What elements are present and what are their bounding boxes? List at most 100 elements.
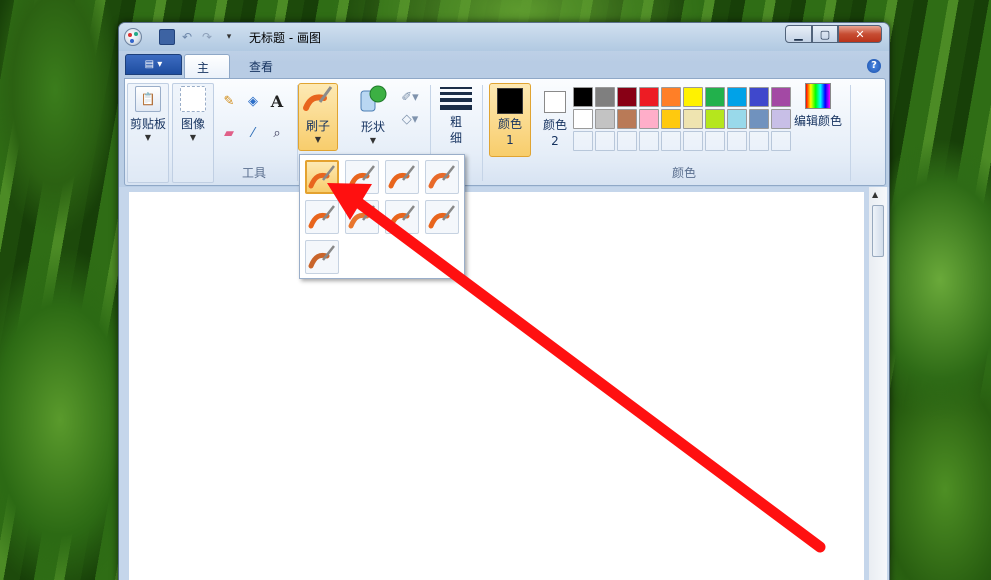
palette-swatch[interactable] <box>771 109 791 129</box>
image-button[interactable]: 图像 ▼ <box>175 86 211 142</box>
palette-swatch[interactable] <box>617 109 637 129</box>
palette-swatch[interactable] <box>705 109 725 129</box>
custom-color-slot[interactable] <box>617 131 637 151</box>
palette-swatch[interactable] <box>683 87 703 107</box>
redo-icon[interactable]: ↷ <box>199 29 215 45</box>
drawing-canvas[interactable] <box>129 192 864 580</box>
custom-color-slot[interactable] <box>727 131 747 151</box>
crayon-icon[interactable] <box>345 200 379 234</box>
custom-color-slot[interactable] <box>749 131 769 151</box>
marker-icon[interactable] <box>385 200 419 234</box>
help-icon[interactable]: ? <box>867 59 881 73</box>
natural-pencil-icon[interactable] <box>425 200 459 234</box>
calligraphy-brush-2-icon[interactable] <box>385 160 419 194</box>
palette-swatch[interactable] <box>639 109 659 129</box>
fill-bucket-icon[interactable]: ◈ <box>243 91 263 111</box>
chevron-down-icon: ▼ <box>144 133 152 142</box>
paint-app-icon[interactable] <box>124 28 142 46</box>
color1-button[interactable]: 颜色 1 <box>489 83 531 157</box>
color-picker-icon[interactable]: ⁄ <box>243 123 263 143</box>
calligraphy-brush-1-icon[interactable] <box>345 160 379 194</box>
watercolor-brush-icon[interactable] <box>305 240 339 274</box>
palette-swatch[interactable] <box>683 109 703 129</box>
palette-swatch[interactable] <box>573 87 593 107</box>
airbrush-icon[interactable] <box>425 160 459 194</box>
oil-brush-icon[interactable] <box>305 200 339 234</box>
window-title: 无标题 - 画图 <box>249 31 321 45</box>
color-palette <box>573 87 791 151</box>
custom-color-slot[interactable] <box>771 131 791 151</box>
custom-color-slot[interactable] <box>595 131 615 151</box>
menu-icon: ▤ ▾ <box>144 59 163 70</box>
customize-quick-access-icon[interactable]: ▾ <box>221 29 237 45</box>
palette-swatch[interactable] <box>595 87 615 107</box>
palette-swatch[interactable] <box>771 87 791 107</box>
chevron-down-icon: ▼ <box>314 135 322 144</box>
image-label: 图像 <box>180 117 205 131</box>
custom-color-slot[interactable] <box>683 131 703 151</box>
palette-swatch[interactable] <box>661 87 681 107</box>
vertical-scrollbar[interactable]: ▲ <box>869 187 887 580</box>
maximize-button[interactable]: ▢ <box>812 25 838 43</box>
custom-color-slot[interactable] <box>661 131 681 151</box>
close-button[interactable]: ✕ <box>838 25 882 43</box>
palette-swatch[interactable] <box>749 87 769 107</box>
chevron-down-icon: ▼ <box>189 133 197 142</box>
line-thickness-icon <box>440 85 472 110</box>
shapes-label: 形状 <box>360 120 385 134</box>
ribbon-tab-bar: ▤ ▾ 主页 查看 ? <box>119 51 889 92</box>
select-icon <box>180 86 206 112</box>
brushes-label: 刷子 <box>305 119 330 133</box>
palette-swatch[interactable] <box>573 109 593 129</box>
tab-home[interactable]: 主页 <box>184 54 230 92</box>
palette-swatch[interactable] <box>617 87 637 107</box>
color2-button[interactable]: 颜色 2 <box>535 83 575 149</box>
image-group: 图像 ▼ <box>172 83 214 183</box>
palette-swatch[interactable] <box>727 87 747 107</box>
color1-swatch <box>497 88 523 114</box>
edit-colors-label: 编辑颜色 <box>793 114 842 128</box>
size-button[interactable]: 粗细 <box>437 85 475 146</box>
eraser-icon[interactable]: ▰ <box>219 123 239 143</box>
scroll-up-arrow-icon[interactable]: ▲ <box>872 190 878 199</box>
fill-icon[interactable]: ◇▾ <box>397 109 423 129</box>
pencil-icon[interactable]: ✎ <box>219 91 239 111</box>
separator <box>850 85 851 181</box>
palette-swatch[interactable] <box>705 87 725 107</box>
clipboard-group: 📋 剪贴板 ▼ <box>127 83 169 183</box>
canvas-area: ▲ <box>119 187 889 580</box>
paint-window: ↶ ↷ ▾ 无标题 - 画图 ▁ ▢ ✕ ▤ ▾ 主页 查看 ? 📋 剪贴板 ▼… <box>118 22 890 580</box>
shapes-button[interactable]: 形状 ▼ <box>353 83 393 145</box>
text-tool-icon[interactable]: A <box>267 91 287 111</box>
minimize-button[interactable]: ▁ <box>785 25 812 43</box>
edit-colors-button[interactable]: 编辑颜色 <box>792 83 844 129</box>
brushes-button[interactable]: 刷子 ▼ <box>298 83 338 151</box>
colors-group: 颜色 <box>573 83 795 183</box>
custom-color-slot[interactable] <box>639 131 659 151</box>
palette-swatch[interactable] <box>661 109 681 129</box>
chevron-down-icon: ▼ <box>369 136 377 145</box>
shapes-icon <box>360 85 387 112</box>
undo-icon[interactable]: ↶ <box>179 29 195 45</box>
magnifier-icon[interactable]: ⌕ <box>267 123 287 143</box>
brush-icon[interactable] <box>305 160 339 194</box>
palette-swatch[interactable] <box>595 109 615 129</box>
color2-swatch <box>544 91 566 113</box>
paint-menu-button[interactable]: ▤ ▾ <box>125 54 182 75</box>
custom-color-slot[interactable] <box>573 131 593 151</box>
outline-icon[interactable]: ✐▾ <box>397 87 423 107</box>
tab-view[interactable]: 查看 <box>237 54 285 79</box>
clipboard-icon: 📋 <box>135 86 161 112</box>
separator <box>482 85 483 181</box>
palette-swatch[interactable] <box>639 87 659 107</box>
scroll-thumb[interactable] <box>872 205 884 257</box>
color-spectrum-icon <box>805 83 831 109</box>
clipboard-button[interactable]: 📋 剪贴板 ▼ <box>130 86 166 142</box>
custom-color-slot[interactable] <box>705 131 725 151</box>
title-bar: ↶ ↷ ▾ 无标题 - 画图 ▁ ▢ ✕ <box>119 23 889 51</box>
ribbon-home: 📋 剪贴板 ▼ 图像 ▼ ✎ ◈ A ▰ ⁄ ⌕ 工具 刷子 ▼ 形状 ▼ ✐▾… <box>124 78 886 186</box>
palette-swatch[interactable] <box>727 109 747 129</box>
save-icon[interactable] <box>159 29 175 45</box>
tools-group-label: 工具 <box>241 166 266 180</box>
palette-swatch[interactable] <box>749 109 769 129</box>
